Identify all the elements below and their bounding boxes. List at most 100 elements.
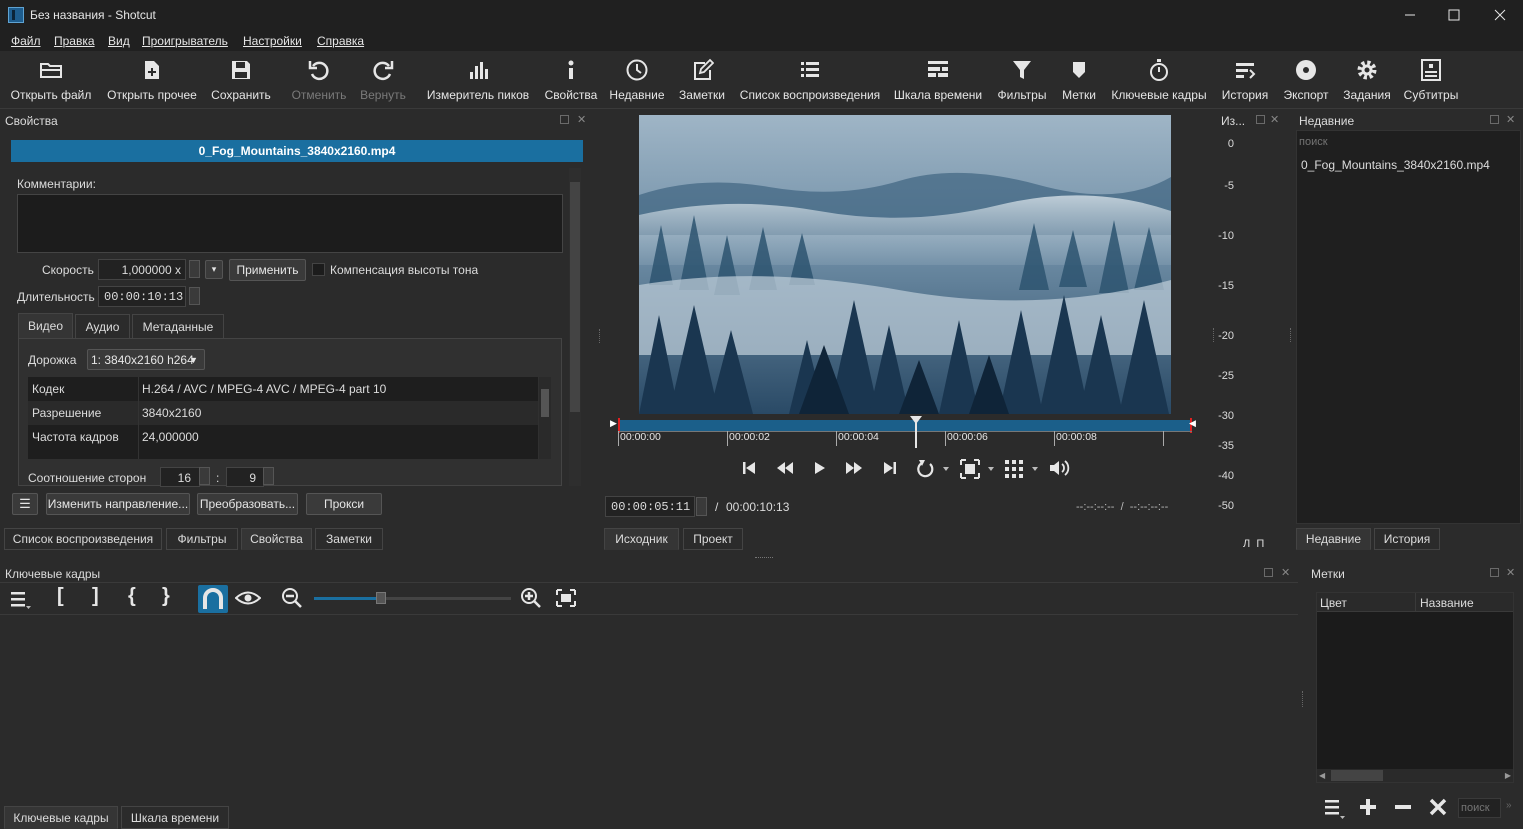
markers-menu-button[interactable]: [1324, 797, 1346, 819]
tab-timeline[interactable]: Шкала времени: [121, 806, 229, 829]
play-button[interactable]: [813, 460, 827, 476]
save-button[interactable]: Сохранить: [210, 55, 272, 107]
splitter-handle[interactable]: [599, 329, 601, 343]
close-keyframes-icon[interactable]: ✕: [1281, 566, 1290, 579]
subtitles-button[interactable]: Субтитры: [1402, 55, 1460, 107]
menu-help[interactable]: Справка: [317, 34, 364, 48]
jobs-button[interactable]: Задания: [1340, 55, 1394, 107]
tab-history[interactable]: История: [1374, 528, 1440, 550]
redo-button[interactable]: Вернуть: [356, 55, 410, 107]
splitter-handle[interactable]: [1302, 691, 1304, 707]
zoom-out-button[interactable]: [281, 587, 303, 609]
float-properties-button[interactable]: [560, 115, 569, 124]
menu-file[interactable]: Файл: [11, 34, 41, 48]
markers-search-input[interactable]: [1458, 798, 1501, 818]
splitter-handle[interactable]: [1290, 328, 1292, 342]
menu-settings[interactable]: Настройки: [243, 34, 302, 48]
comments-field[interactable]: [17, 194, 563, 253]
track-select[interactable]: 1: 3840x2160 h264 ▼: [87, 349, 205, 370]
close-meter-icon[interactable]: ✕: [1270, 113, 1279, 126]
duration-input[interactable]: 00:00:10:13: [98, 286, 186, 307]
proxy-button[interactable]: Прокси: [306, 493, 382, 515]
speed-input[interactable]: 1,000000 x: [98, 259, 186, 280]
close-properties-icon[interactable]: ✕: [577, 113, 586, 126]
aspect-width-input[interactable]: 16: [160, 467, 200, 487]
tab-filters[interactable]: Фильтры: [166, 528, 238, 550]
snap-button[interactable]: [198, 585, 228, 613]
tab-audio[interactable]: Аудио: [75, 314, 130, 339]
properties-menu-button[interactable]: ☰: [12, 493, 38, 515]
export-button[interactable]: Экспорт: [1280, 55, 1332, 107]
set-in-button[interactable]: [: [57, 585, 64, 608]
skip-to-start-button[interactable]: [741, 460, 757, 476]
playlist-button[interactable]: Список воспроизведения: [738, 55, 882, 107]
tab-project[interactable]: Проект: [683, 528, 743, 550]
speed-spinner[interactable]: [189, 260, 200, 278]
markers-button[interactable]: Метки: [1058, 55, 1100, 107]
splitter-handle[interactable]: [1213, 328, 1215, 342]
keyframes-button[interactable]: Ключевые кадры: [1108, 55, 1210, 107]
undo-button[interactable]: Отменить: [289, 55, 349, 107]
float-meter-button[interactable]: [1256, 115, 1265, 124]
table-scrollbar[interactable]: [539, 377, 551, 459]
add-marker-button[interactable]: [1358, 797, 1378, 817]
reverse-button[interactable]: Изменить направление...: [46, 493, 190, 515]
playhead[interactable]: [910, 416, 923, 448]
aspect-height-input[interactable]: 9: [226, 467, 264, 487]
clear-markers-button[interactable]: [1428, 797, 1448, 817]
menu-view[interactable]: Вид: [108, 34, 130, 48]
zoom-in-button[interactable]: [520, 587, 542, 609]
remove-marker-button[interactable]: [1393, 797, 1413, 817]
splitter-handle[interactable]: [755, 557, 773, 559]
menu-edit[interactable]: Правка: [54, 34, 95, 48]
recent-item[interactable]: 0_Fog_Mountains_3840x2160.mp4: [1301, 158, 1490, 172]
float-recent-button[interactable]: [1490, 115, 1499, 124]
markers-hscrollbar[interactable]: ◀ ▶: [1317, 769, 1513, 782]
tab-video[interactable]: Видео: [18, 313, 73, 339]
current-time-spinner[interactable]: [696, 497, 707, 516]
scrub-drag-button[interactable]: [235, 590, 261, 606]
keyframes-menu-button[interactable]: [10, 589, 32, 609]
filter-out-button[interactable]: }: [162, 585, 170, 608]
speed-preset-dropdown[interactable]: ▾: [205, 260, 223, 279]
recent-search-input[interactable]: [1297, 133, 1517, 151]
loop-button[interactable]: [917, 458, 949, 478]
float-keyframes-button[interactable]: [1264, 568, 1273, 577]
zoom-fit-timeline-button[interactable]: [556, 589, 576, 607]
menu-player[interactable]: Проигрыватель: [142, 34, 228, 48]
timeline-button[interactable]: Шкала времени: [892, 55, 984, 107]
tab-recent[interactable]: Недавние: [1296, 528, 1371, 550]
tab-keyframes[interactable]: Ключевые кадры: [4, 806, 118, 829]
aspect-width-spinner[interactable]: [199, 467, 210, 485]
filter-in-button[interactable]: {: [128, 585, 136, 608]
open-file-button[interactable]: Открыть файл: [10, 55, 92, 107]
aspect-height-spinner[interactable]: [263, 467, 274, 485]
open-other-button[interactable]: Открыть прочее: [104, 55, 200, 107]
grid-button[interactable]: [1004, 459, 1040, 479]
close-markers-icon[interactable]: ✕: [1506, 566, 1515, 579]
volume-button[interactable]: [1048, 459, 1072, 477]
convert-button[interactable]: Преобразовать...: [197, 493, 298, 515]
scrubber[interactable]: ▶ ◀ 00:00:00 00:00:02 00:00:04 00:00:06 …: [610, 416, 1198, 449]
float-markers-button[interactable]: [1490, 568, 1499, 577]
close-window-button[interactable]: [1477, 0, 1523, 30]
minimize-button[interactable]: [1387, 0, 1433, 30]
tab-metadata[interactable]: Метаданные: [132, 314, 224, 339]
tab-properties[interactable]: Свойства: [241, 528, 312, 550]
recent-button[interactable]: Недавние: [608, 55, 666, 107]
pitch-compensation-checkbox[interactable]: [312, 263, 325, 276]
fast-forward-button[interactable]: [845, 460, 863, 476]
zoom-slider[interactable]: [314, 592, 511, 604]
column-name[interactable]: Название: [1420, 596, 1474, 610]
tab-playlist[interactable]: Список воспроизведения: [4, 528, 162, 550]
filters-button[interactable]: Фильтры: [994, 55, 1050, 107]
column-color[interactable]: Цвет: [1320, 596, 1347, 610]
tab-notes[interactable]: Заметки: [315, 528, 383, 550]
properties-scrollbar[interactable]: [569, 168, 581, 486]
skip-to-end-button[interactable]: [882, 460, 898, 476]
close-recent-icon[interactable]: ✕: [1506, 113, 1515, 126]
properties-button[interactable]: Свойства: [542, 55, 600, 107]
zoom-fit-button[interactable]: [960, 459, 996, 479]
duration-spinner[interactable]: [189, 287, 200, 305]
apply-button[interactable]: Применить: [229, 259, 306, 281]
